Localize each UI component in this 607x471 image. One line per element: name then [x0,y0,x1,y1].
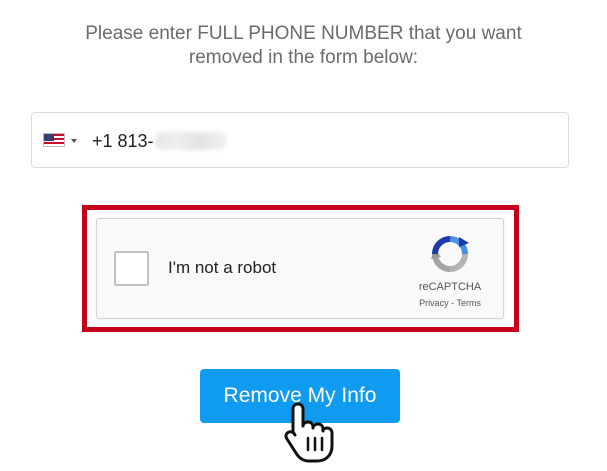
phone-number-field[interactable]: +1 813- [31,112,569,168]
caret-down-icon [71,139,77,143]
phone-number-input[interactable]: +1 813- [92,127,227,155]
links-separator: - [451,298,455,308]
instructions-text: Please enter FULL PHONE NUMBER that you … [30,22,577,70]
recaptcha-brand: reCAPTCHA [418,281,482,293]
instructions-line-1: Please enter FULL PHONE NUMBER that you … [85,23,522,44]
removal-form-page: Please enter FULL PHONE NUMBER that you … [0,0,607,471]
recaptcha-widget: I'm not a robot reCAPTCHA Privacy - Term… [96,218,504,319]
country-select[interactable] [43,133,83,149]
instructions-line-2: removed in the form below: [188,47,419,68]
recaptcha-logo-icon [431,236,469,272]
recaptcha-label: I'm not a robot [168,258,277,277]
us-flag-icon [43,133,65,147]
privacy-link[interactable]: Privacy [419,298,449,308]
recaptcha-checkbox[interactable] [114,251,149,286]
recaptcha-links: Privacy - Terms [397,298,503,309]
phone-number-value: +1 813- [92,131,154,151]
redacted-digits [154,132,227,150]
remove-my-info-button[interactable]: Remove My Info [200,369,400,423]
terms-link[interactable]: Terms [456,298,481,308]
